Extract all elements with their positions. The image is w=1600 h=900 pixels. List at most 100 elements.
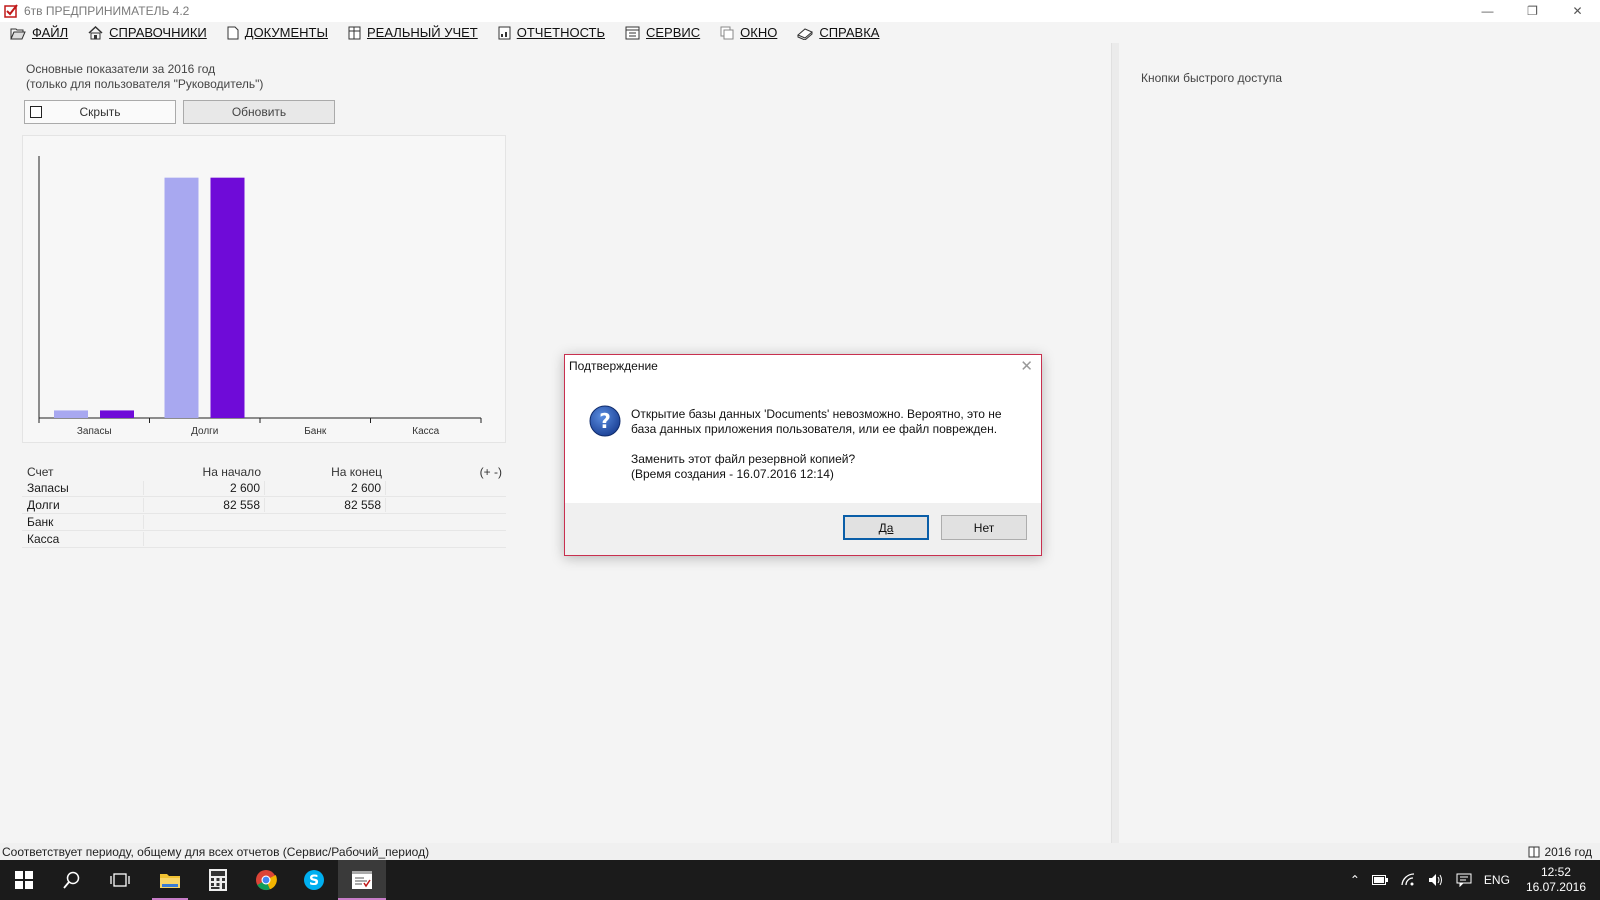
- kpi-table: Счет На начало На конец (+ -) Запасы 2 6…: [22, 463, 506, 548]
- table-row[interactable]: Долги 82 558 82 558: [22, 497, 506, 514]
- col-diff: (+ -): [479, 464, 502, 479]
- restore-button[interactable]: ❐: [1510, 0, 1555, 22]
- close-icon: ✕: [1020, 358, 1033, 375]
- close-window-button[interactable]: ✕: [1555, 0, 1600, 22]
- tray-overflow-icon[interactable]: ⌃: [1350, 873, 1360, 887]
- kpi-title: Основные показатели за 2016 год: [26, 62, 216, 76]
- table-row[interactable]: Касса: [22, 531, 506, 548]
- dialog-message: Открытие базы данных 'Documents' невозмо…: [631, 407, 1002, 436]
- task-view-icon: [110, 873, 130, 887]
- menu-bar: ФАЙЛ СПРАВОЧНИКИ ДОКУМЕНТЫ РЕАЛЬНЫЙ УЧЕТ…: [0, 22, 1600, 43]
- taskbar-app-6tv[interactable]: [338, 860, 386, 900]
- app-logo-icon: [4, 4, 18, 18]
- clock[interactable]: 12:52 16.07.2016: [1526, 865, 1586, 895]
- taskbar-skype[interactable]: S: [290, 860, 338, 900]
- bar-Запасы-1: [100, 410, 134, 418]
- app-window-icon: [352, 871, 372, 889]
- menu-real-accounting[interactable]: РЕАЛЬНЫЙ УЧЕТ: [348, 25, 478, 40]
- table-header: Счет На начало На конец (+ -): [22, 463, 506, 480]
- taskbar: S ⌃ ENG 12:52 16.07.2016: [0, 860, 1600, 900]
- table-row[interactable]: Банк: [22, 514, 506, 531]
- taskbar-explorer[interactable]: [146, 860, 194, 900]
- start-button[interactable]: [0, 860, 48, 900]
- x-tick-label: Касса: [412, 426, 439, 437]
- hide-checkbox[interactable]: [30, 106, 42, 118]
- menu-window[interactable]: ОКНО: [720, 25, 777, 40]
- cell-end: 82 558: [265, 498, 386, 512]
- quick-access-panel: Кнопки быстрого доступа: [1119, 43, 1600, 843]
- skype-icon: S: [304, 870, 324, 890]
- bar-Долги-1: [210, 177, 245, 418]
- dialog-close-button[interactable]: ✕: [1020, 357, 1033, 375]
- notifications-icon[interactable]: [1456, 873, 1472, 887]
- bar-Долги-0: [164, 177, 199, 418]
- x-tick-label: Долги: [191, 426, 218, 437]
- question-icon: ?: [589, 405, 621, 440]
- cell-start: 82 558: [144, 498, 265, 512]
- menu-reports[interactable]: ОТЧЕТНОСТЬ: [498, 25, 605, 40]
- home-icon: [88, 25, 103, 39]
- cell-end: 2 600: [265, 481, 386, 495]
- minimize-button[interactable]: —: [1465, 0, 1510, 22]
- window-icon: [720, 26, 734, 39]
- status-text: Соответствует периоду, общему для всех о…: [2, 844, 430, 859]
- no-label: Нет: [973, 520, 995, 535]
- panel-splitter[interactable]: [1111, 43, 1119, 843]
- close-icon: ✕: [1572, 4, 1583, 18]
- menu-documents[interactable]: ДОКУМЕНТЫ: [227, 25, 328, 40]
- taskbar-calculator[interactable]: [194, 860, 242, 900]
- status-period[interactable]: 2016 год: [1544, 845, 1592, 859]
- quick-access-title: Кнопки быстрого доступа: [1141, 71, 1283, 85]
- clock-date: 16.07.2016: [1525, 880, 1586, 894]
- svg-text:S: S: [309, 873, 319, 889]
- dialog-question-text: Заменить этот файл резервной копией?: [631, 452, 856, 466]
- volume-icon[interactable]: [1428, 873, 1444, 887]
- col-end: На конец: [331, 464, 382, 479]
- yes-button[interactable]: Да: [843, 515, 929, 540]
- refresh-button[interactable]: Обновить: [183, 100, 335, 124]
- help-book-icon: [797, 27, 814, 40]
- hide-button[interactable]: Скрыть: [24, 100, 176, 124]
- menu-directories[interactable]: СПРАВОЧНИКИ: [88, 25, 207, 40]
- battery-icon[interactable]: [1371, 875, 1388, 885]
- chrome-icon: [256, 870, 277, 891]
- x-tick-label: Запасы: [77, 426, 112, 437]
- svg-text:?: ?: [599, 409, 611, 433]
- document-icon: [227, 26, 239, 39]
- dialog-footer: Да Нет: [565, 503, 1041, 555]
- cell-account: Банк: [22, 515, 144, 529]
- folder-icon: [160, 874, 180, 888]
- kpi-chart: Запасы Долги Банк Касса: [22, 135, 506, 443]
- kpi-chart-svg: Запасы Долги Банк Касса: [38, 156, 482, 437]
- bar-Запасы-0: [54, 410, 88, 418]
- restore-icon: ❐: [1527, 4, 1538, 18]
- menu-help[interactable]: СПРАВКА: [797, 25, 879, 40]
- taskbar-chrome[interactable]: [242, 860, 290, 900]
- clock-time: 12:52: [1540, 865, 1571, 879]
- ledger-icon: [348, 26, 361, 39]
- language-indicator[interactable]: ENG: [1484, 873, 1510, 887]
- report-icon: [498, 26, 511, 39]
- no-button[interactable]: Нет: [941, 515, 1027, 540]
- col-account: Счет: [27, 464, 54, 479]
- confirmation-dialog: Подтверждение ✕ ? Открытие базы данных '…: [564, 354, 1042, 556]
- kpi-subtitle: (только для пользователя "Руководитель"): [26, 77, 264, 91]
- task-view-button[interactable]: [96, 860, 144, 900]
- dialog-created-text: (Время создания - 16.07.2016 12:14): [631, 467, 834, 481]
- hide-label: Скрыть: [79, 105, 121, 119]
- dialog-title: Подтверждение: [569, 359, 658, 373]
- system-tray: ⌃ ENG 12:52 16.07.2016: [1344, 860, 1600, 900]
- wifi-icon[interactable]: [1400, 873, 1416, 887]
- taskbar-search-button[interactable]: [48, 860, 96, 900]
- calculator-icon: [209, 869, 227, 891]
- title-bar: 6тв ПРЕДПРИНИМАТЕЛЬ 4.2 — ❐ ✕: [0, 0, 1600, 22]
- status-bar: Соответствует периоду, общему для всех о…: [0, 843, 1600, 860]
- cell-account: Запасы: [22, 481, 144, 495]
- folder-open-icon: [10, 28, 26, 39]
- menu-file[interactable]: ФАЙЛ: [10, 25, 68, 40]
- service-icon: [625, 26, 640, 39]
- period-icon: [1528, 846, 1540, 857]
- menu-service[interactable]: СЕРВИС: [625, 25, 700, 40]
- table-row[interactable]: Запасы 2 600 2 600: [22, 480, 506, 497]
- yes-label: Да: [878, 520, 894, 535]
